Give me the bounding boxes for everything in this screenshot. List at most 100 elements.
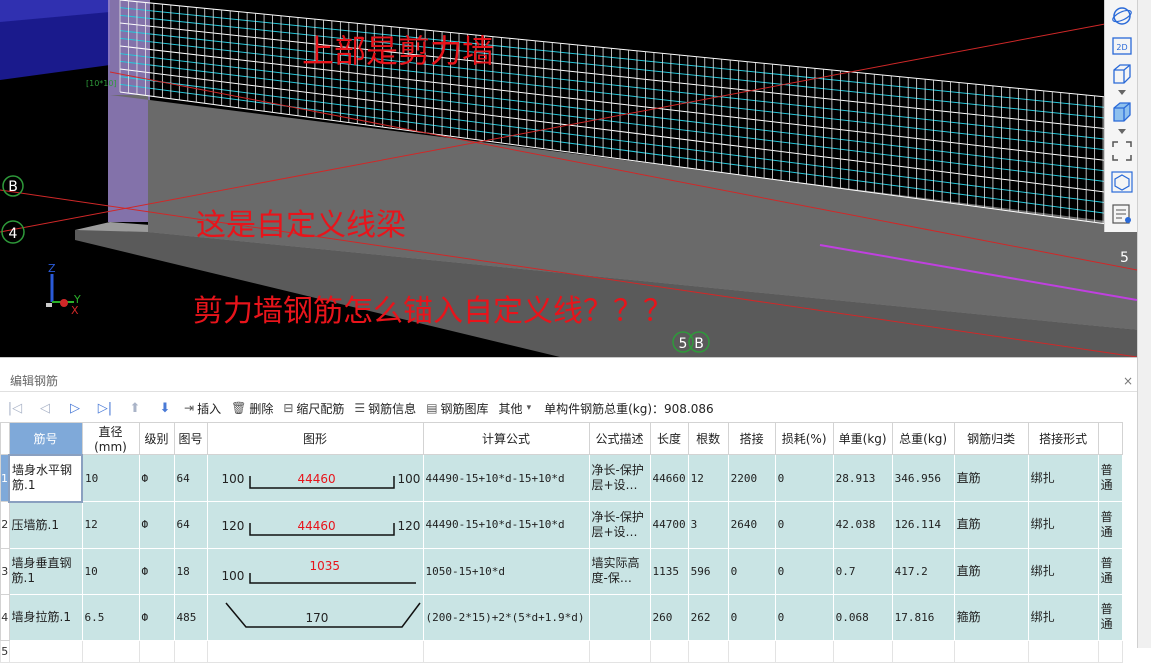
shape-cell[interactable]: 170 [206,593,424,641]
empty-cell[interactable] [953,639,1029,663]
unit-weight-cell[interactable]: 28.913 [832,454,893,502]
empty-cell[interactable] [81,639,140,663]
table-row[interactable]: 4 墙身拉筋.1 6.5 Ф 485 170 (200-2*15)+2*(5*d… [0,593,1123,641]
empty-cell[interactable] [891,639,955,663]
bar-name-cell[interactable]: 墙身水平钢筋.1 [8,453,83,503]
table-row[interactable]: 3 墙身垂直钢筋.1 10 Ф 18 100 1035 1050-15+10*d… [0,547,1123,595]
extra-cell[interactable]: 普通 [1097,547,1123,595]
formula-cell[interactable]: 44490-15+10*d-15+10*d [422,501,590,549]
total-weight-cell[interactable]: 126.114 [891,501,955,549]
figure-no-cell[interactable]: 64 [173,501,208,549]
next-record-icon[interactable]: ▷ [64,401,86,416]
col-header[interactable]: 总重(kg) [891,422,955,455]
col-header[interactable]: 图形 [206,422,424,455]
2d-view-icon[interactable]: 2D [1111,35,1133,57]
loss-cell[interactable]: 0 [774,547,834,595]
shape-cell[interactable]: 120 44460 120 [206,501,424,549]
3d-box-icon[interactable] [1111,63,1133,85]
lap-cell[interactable]: 0 [727,593,776,641]
orbit-icon[interactable] [1111,5,1133,27]
diameter-cell[interactable]: 12 [81,501,140,549]
row-number[interactable]: 2 [0,501,10,549]
bar-name-cell[interactable]: 墙身拉筋.1 [8,593,83,641]
first-record-icon[interactable]: |◁ [4,401,26,416]
solid-box-icon[interactable] [1111,101,1133,123]
loss-cell[interactable]: 0 [774,501,834,549]
empty-cell[interactable] [588,639,651,663]
col-header[interactable]: 搭接形式 [1027,422,1099,455]
length-cell[interactable]: 1135 [649,547,689,595]
formula-cell[interactable]: 1050-15+10*d [422,547,590,595]
category-cell[interactable]: 箍筋 [953,593,1029,641]
count-cell[interactable]: 12 [687,454,729,502]
shape-cell[interactable]: 100 1035 [206,547,424,595]
loss-cell[interactable]: 0 [774,593,834,641]
category-cell[interactable]: 直筋 [953,501,1029,549]
col-header[interactable]: 公式描述 [588,422,651,455]
prev-record-icon[interactable]: ◁ [34,401,56,416]
formula-desc-cell[interactable]: 净长-保护层+设… [588,501,651,549]
formula-desc-cell[interactable]: 净长-保护层+设… [588,454,651,502]
last-record-icon[interactable]: ▷| [94,401,116,416]
table-row[interactable]: 2 压墙筋.1 12 Ф 64 120 44460 120 44490-15+1… [0,501,1123,549]
lap-type-cell[interactable]: 绑扎 [1027,501,1099,549]
rebar-library-button[interactable]: ▤ 钢筋图库 [426,400,488,417]
empty-cell[interactable] [774,639,834,663]
extra-cell[interactable]: 普通 [1097,454,1123,502]
count-cell[interactable]: 262 [687,593,729,641]
length-cell[interactable]: 260 [649,593,689,641]
col-header[interactable]: 图号 [173,422,208,455]
extra-cell[interactable]: 普通 [1097,501,1123,549]
length-cell[interactable]: 44660 [649,454,689,502]
empty-cell[interactable] [138,639,175,663]
chevron-down-icon[interactable] [1118,129,1126,134]
formula-desc-cell[interactable]: 墙实际高度-保… [588,547,651,595]
display-toggle-icon[interactable] [1111,171,1133,193]
figure-no-cell[interactable]: 485 [173,593,208,641]
grade-cell[interactable]: Ф [138,501,175,549]
shape-cell[interactable]: 100 44460 100 [206,454,424,502]
empty-cell[interactable] [727,639,776,663]
col-header[interactable]: 根数 [687,422,729,455]
col-header[interactable]: 钢筋归类 [953,422,1029,455]
col-header[interactable]: 直径(mm) [81,422,140,455]
empty-cell[interactable] [8,639,83,663]
col-header[interactable]: 单重(kg) [832,422,893,455]
grade-cell[interactable]: Ф [138,547,175,595]
3d-viewport[interactable]: B 4 5 B 5 [10*10] Z Y X 上部是剪力墙 这是自定义线梁 剪… [0,0,1137,357]
total-weight-cell[interactable]: 17.816 [891,593,955,641]
total-weight-cell[interactable]: 346.956 [891,454,955,502]
row-number[interactable]: 1 [0,454,10,502]
chevron-down-icon[interactable] [1118,90,1126,95]
unit-weight-cell[interactable]: 0.068 [832,593,893,641]
formula-desc-cell[interactable] [588,593,651,641]
insert-button[interactable]: ⇥ 插入 [184,400,221,417]
lap-type-cell[interactable]: 绑扎 [1027,593,1099,641]
col-header[interactable]: 搭接 [727,422,776,455]
bar-name-cell[interactable]: 墙身垂直钢筋.1 [8,547,83,595]
empty-cell[interactable] [1027,639,1099,663]
col-header[interactable]: 长度 [649,422,689,455]
formula-cell[interactable]: (200-2*15)+2*(5*d+1.9*d) [422,593,590,641]
fullscreen-icon[interactable] [1111,140,1133,162]
col-header[interactable] [1097,422,1123,455]
count-cell[interactable]: 596 [687,547,729,595]
table-row-empty[interactable]: 5 [0,639,1123,663]
diameter-cell[interactable]: 6.5 [81,593,140,641]
empty-cell[interactable] [206,639,424,663]
category-cell[interactable]: 直筋 [953,547,1029,595]
row-number[interactable]: 5 [0,639,10,663]
properties-icon[interactable] [1111,203,1133,225]
figure-no-cell[interactable]: 18 [173,547,208,595]
col-header[interactable]: 级别 [138,422,175,455]
diameter-cell[interactable]: 10 [81,454,140,502]
empty-cell[interactable] [422,639,590,663]
rebar-info-button[interactable]: ☰ 钢筋信息 [354,400,416,417]
empty-cell[interactable] [1097,639,1123,663]
unit-weight-cell[interactable]: 42.038 [832,501,893,549]
formula-cell[interactable]: 44490-15+10*d-15+10*d [422,454,590,502]
close-icon[interactable]: × [1123,370,1133,392]
move-down-icon[interactable]: ⬇ [154,401,176,416]
empty-cell[interactable] [687,639,729,663]
loss-cell[interactable]: 0 [774,454,834,502]
